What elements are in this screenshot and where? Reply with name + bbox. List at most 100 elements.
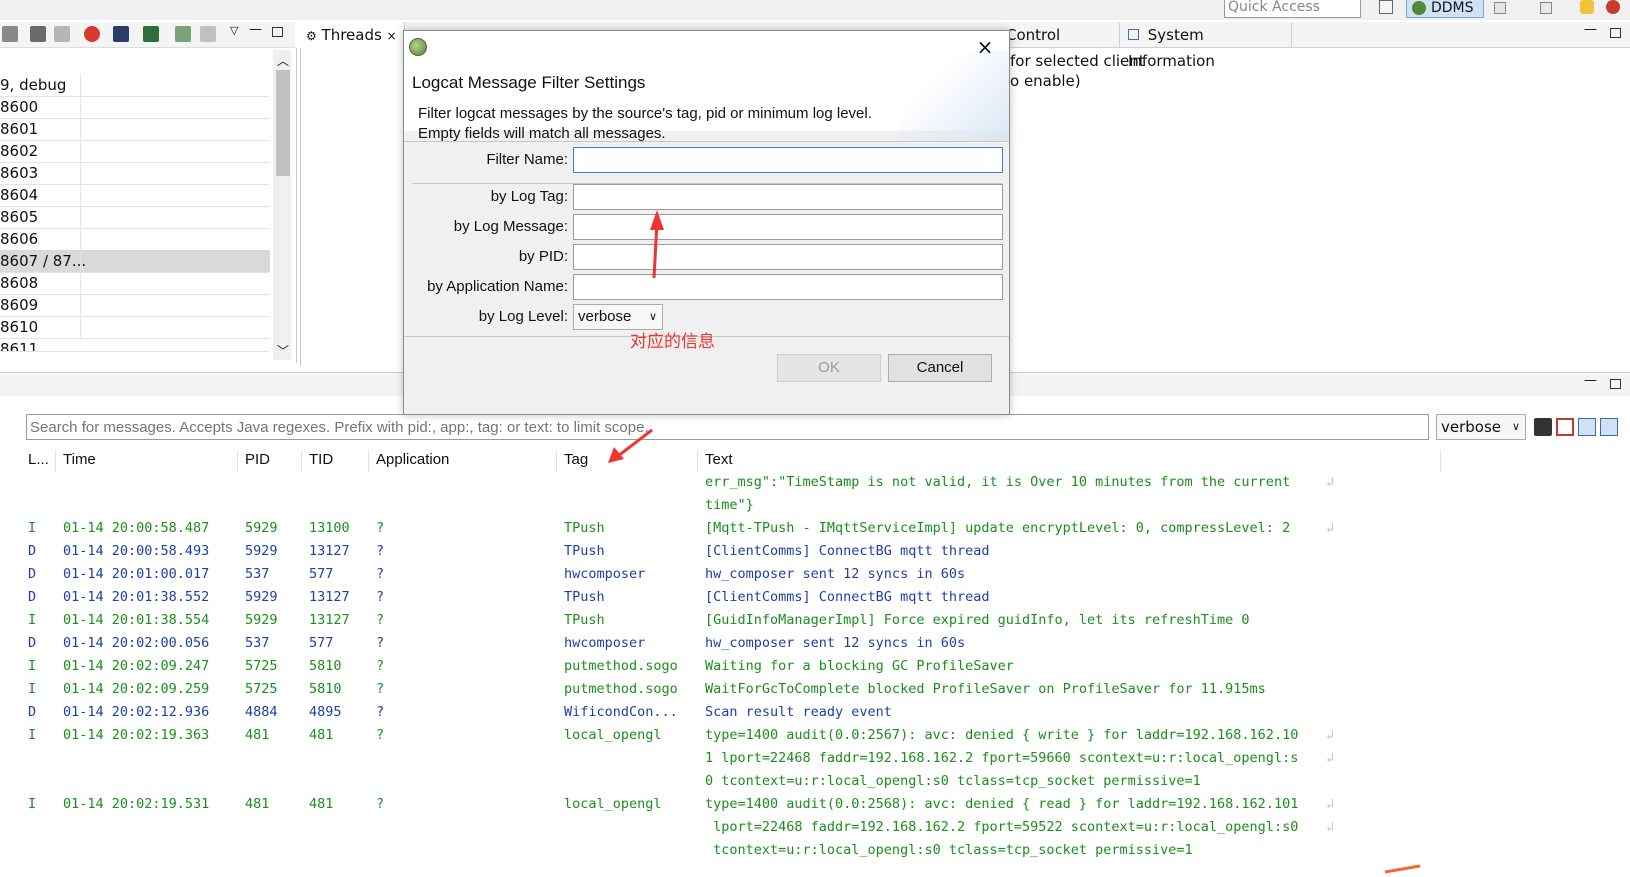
thread-row[interactable]: 8603 (0, 162, 270, 185)
maximize-icon[interactable] (272, 27, 283, 37)
scroll-up-icon[interactable]: ︿ (277, 52, 289, 69)
ddms-perspective-button[interactable]: DDMS (1406, 0, 1484, 18)
log-cell-level: I (28, 727, 37, 743)
thread-row-selected[interactable]: 8607 / 87... (0, 250, 270, 273)
scroll-down-icon[interactable]: ﹀ (277, 342, 289, 359)
thread-row[interactable]: 8611 (0, 338, 270, 352)
threads-scrollbar-thumb[interactable] (276, 70, 290, 176)
panel-hint-line2: o enable) (1010, 72, 1081, 90)
toggle-filters-icon[interactable] (1578, 418, 1596, 436)
log-row[interactable]: D 01-14 20:02:12.936 4884 4895? WificondCon.… (22, 704, 1630, 727)
reset-icon[interactable] (200, 26, 216, 42)
log-row[interactable]: D 01-14 20:01:00.017 537 577? hwcomposer hw_c… (22, 566, 1630, 589)
toolbar-icon-d[interactable] (1606, 0, 1620, 14)
app-name-field[interactable] (573, 274, 1003, 300)
open-perspective-icon[interactable] (1379, 0, 1393, 14)
toolbar-icon-b[interactable] (1540, 2, 1552, 14)
quick-access-input[interactable]: Quick Access (1224, 0, 1361, 18)
logcat-level-select[interactable]: verbose ∨ (1436, 414, 1526, 440)
tab-system-information[interactable]: System Information (1122, 22, 1292, 70)
thread-row[interactable]: 8608 (0, 272, 270, 295)
clear-log-icon[interactable] (1556, 418, 1574, 436)
log-row[interactable]: time"} (22, 497, 1630, 520)
close-icon[interactable]: × (974, 37, 996, 59)
column-header-l[interactable]: L... (28, 448, 49, 472)
log-cell-tag: putmethod.sogo (564, 681, 678, 697)
pid-field[interactable] (573, 244, 1003, 270)
log-cell-pid: 4884 (245, 704, 278, 720)
save-icon[interactable] (1534, 418, 1552, 436)
log-cell-text: [ClientComms] ConnectBG mqtt thread (705, 589, 990, 605)
column-separator[interactable] (55, 450, 56, 472)
debug-icon[interactable] (2, 26, 18, 42)
log-row[interactable]: I 01-14 20:00:58.487 5929 13100? TPush [Mqtt-… (22, 520, 1630, 543)
update-heap-icon[interactable] (30, 26, 46, 42)
log-row[interactable]: I 01-14 20:02:19.363 481 481? local_opengl ty… (22, 727, 1630, 750)
log-row[interactable]: err_msg":"TimeStamp is not valid, it is … (22, 474, 1630, 497)
log-row[interactable]: I 01-14 20:01:38.554 5929 13127? TPush [GuidI… (22, 612, 1630, 635)
log-cell-text: Scan result ready event (705, 704, 892, 720)
maximize-icon[interactable] (1610, 379, 1621, 389)
log-row[interactable]: lport=22468 faddr=192.168.162.2 fport=59… (22, 819, 1630, 842)
thread-row[interactable]: 8601 (0, 118, 270, 141)
thread-row[interactable]: 8609 (0, 294, 270, 317)
thread-row[interactable]: 8602 (0, 140, 270, 163)
column-header-tid[interactable]: TID (309, 448, 333, 472)
screenshot-icon[interactable] (113, 26, 129, 42)
log-cell-tag: TPush (564, 520, 605, 536)
log-tag-field[interactable] (573, 184, 1003, 210)
thread-row[interactable]: 8605 (0, 206, 270, 229)
log-row[interactable]: I 01-14 20:02:09.247 5725 5810? putmethod.so… (22, 658, 1630, 681)
log-cell-app: ? (376, 796, 385, 812)
maximize-icon[interactable] (1610, 28, 1621, 38)
log-row[interactable]: 1 lport=22468 faddr=192.168.162.2 fport=… (22, 750, 1630, 773)
log-row[interactable]: 0 tcontext=u:r:local_opengl:s0 tclass=tc… (22, 773, 1630, 796)
log-cell-tid: 13100 (309, 520, 350, 536)
column-header-pid[interactable]: PID (245, 448, 270, 472)
log-row[interactable]: D 01-14 20:00:58.493 5929 13127? TPush [Clien… (22, 543, 1630, 566)
log-row[interactable]: I 01-14 20:02:09.259 5725 5810? putmethod.so… (22, 681, 1630, 704)
tab-threads[interactable]: ⚙ Threads × (300, 22, 405, 48)
log-row[interactable]: I 01-14 20:02:19.531 481 481? local_opengl ty… (22, 796, 1630, 819)
thread-row[interactable]: 8610 (0, 316, 270, 339)
column-separator[interactable] (237, 450, 238, 472)
toolbar-icon-c[interactable] (1580, 0, 1594, 14)
column-header-text[interactable]: Text (705, 448, 733, 472)
cancel-button[interactable]: Cancel (888, 354, 992, 382)
log-cell-time: 01-14 20:01:38.554 (63, 612, 210, 628)
scroll-lock-icon[interactable] (1600, 418, 1618, 436)
systrace-icon[interactable] (143, 26, 159, 42)
stop-icon[interactable] (84, 26, 100, 42)
logcat-search-input[interactable] (26, 414, 1429, 440)
column-header-tag[interactable]: Tag (564, 448, 588, 472)
view-menu-icon[interactable]: ▽ (230, 24, 238, 37)
close-tab-icon[interactable]: × (387, 29, 397, 43)
minimize-icon[interactable]: — (249, 22, 262, 37)
minimize-icon[interactable]: — (1584, 22, 1597, 37)
log-cell-text: [Mqtt-TPush - IMqttServiceImpl] update e… (705, 520, 1291, 536)
log-cell-text: [ClientComms] ConnectBG mqtt thread (705, 543, 990, 559)
tab-control[interactable]: Control (1000, 22, 1120, 48)
log-row[interactable]: D 01-14 20:02:00.056 537 577? hwcomposer hw_c… (22, 635, 1630, 658)
update-threads-icon[interactable] (54, 26, 70, 42)
column-separator[interactable] (1440, 450, 1441, 472)
column-header-application[interactable]: Application (376, 448, 449, 472)
log-level-label: by Log Level: (478, 308, 568, 325)
method-profiling-icon[interactable] (175, 26, 191, 42)
column-separator[interactable] (697, 450, 698, 472)
log-cell-tid: 4895 (309, 704, 342, 720)
filter-name-field[interactable] (573, 147, 1003, 173)
log-row[interactable]: D 01-14 20:01:38.552 5929 13127? TPush [Clien… (22, 589, 1630, 612)
column-separator[interactable] (301, 450, 302, 472)
log-row[interactable]: tcontext=u:r:local_opengl:s0 tclass=tcp_… (22, 842, 1630, 865)
thread-row[interactable]: 8606 (0, 228, 270, 251)
thread-row[interactable]: 8604 (0, 184, 270, 207)
thread-row[interactable]: 8600 (0, 96, 270, 119)
log-message-field[interactable] (573, 214, 1003, 240)
column-separator[interactable] (368, 450, 369, 472)
column-separator[interactable] (556, 450, 557, 472)
ok-button[interactable]: OK (777, 354, 881, 382)
minimize-icon[interactable]: — (1584, 373, 1597, 388)
toolbar-icon-a[interactable] (1494, 2, 1506, 14)
column-header-time[interactable]: Time (63, 448, 96, 472)
